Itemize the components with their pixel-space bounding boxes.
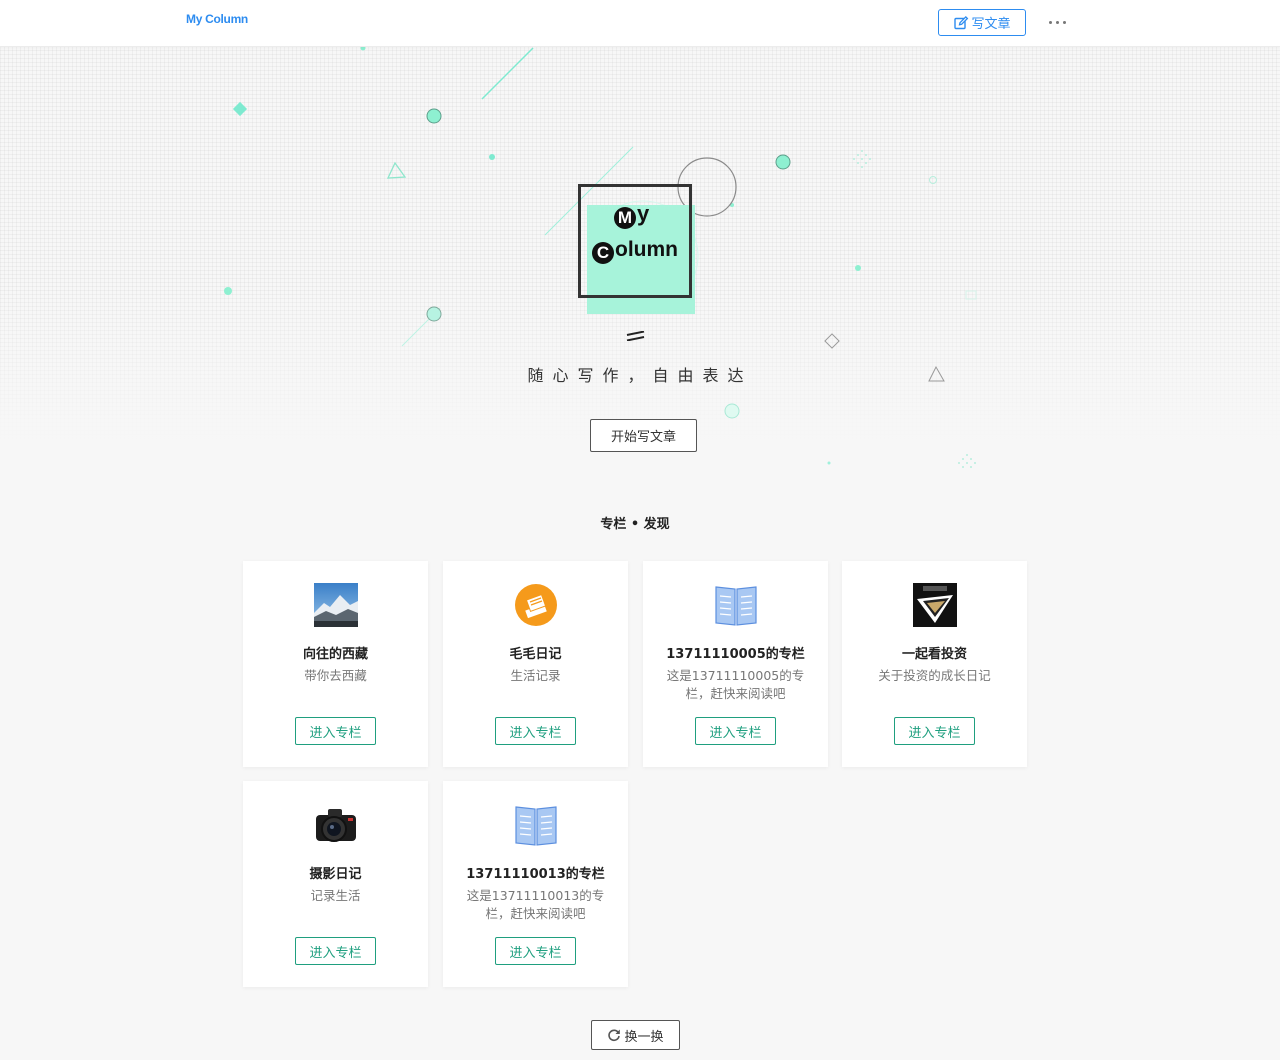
section-title: 专栏 • 发现 <box>600 517 670 532</box>
card-title: 13711110005的专栏 <box>666 647 805 662</box>
top-navbar: My Column 写文章 <box>0 0 1280 47</box>
open-book-icon <box>515 806 557 846</box>
card-title: 13711110013的专栏 <box>466 867 605 882</box>
card-description: 带你去西藏 <box>304 668 367 683</box>
card-description: 这是13711110005的专栏，赶快来阅读吧 <box>666 668 805 701</box>
mountain-photo <box>314 583 358 627</box>
ellipsis-dot <box>1055 20 1059 24</box>
orange-notebook-icon <box>515 584 557 626</box>
column-card: 毛毛日记 生活记录 进入专栏 <box>443 561 628 767</box>
column-card: 向往的西藏 带你去西藏 进入专栏 <box>243 561 428 767</box>
refresh-button[interactable]: 换一换 <box>591 1020 680 1050</box>
column-card: 摄影日记 记录生活 进入专栏 <box>243 781 428 987</box>
open-book-icon <box>715 586 757 626</box>
logo-cap-c: C <box>592 242 614 264</box>
column-card: 13711110013的专栏 这是13711110013的专栏，赶快来阅读吧 进… <box>443 781 628 987</box>
refresh-label: 换一换 <box>624 1029 664 1045</box>
hero-slogan: 随心写作，自由表达 <box>527 366 753 385</box>
hero-banner: My Column 随心写作，自由表达 开始写文章 <box>0 47 1280 487</box>
enter-column-button[interactable]: 进入专栏 <box>495 717 576 745</box>
column-card: 13711110005的专栏 这是13711110005的专栏，赶快来阅读吧 进… <box>643 561 828 767</box>
hero-logo: My Column <box>592 197 692 269</box>
equals-icon <box>626 331 645 341</box>
enter-column-button[interactable]: 进入专栏 <box>495 937 576 965</box>
ellipsis-dot <box>1062 20 1066 24</box>
write-article-label: 写文章 <box>971 17 1011 32</box>
card-title: 毛毛日记 <box>509 647 562 662</box>
write-article-button[interactable]: 写文章 <box>938 9 1026 36</box>
enter-column-button[interactable]: 进入专栏 <box>894 717 975 745</box>
card-description: 记录生活 <box>310 888 361 903</box>
card-description: 关于投资的成长日记 <box>878 668 991 683</box>
card-title: 向往的西藏 <box>302 647 368 662</box>
card-title: 摄影日记 <box>309 867 362 882</box>
card-title: 一起看投资 <box>901 647 967 662</box>
logo-cap-m: M <box>614 207 636 229</box>
brand-logo[interactable]: My Column <box>186 12 248 26</box>
column-card: 一起看投资 关于投资的成长日记 进入专栏 <box>842 561 1027 767</box>
enter-column-button[interactable]: 进入专栏 <box>295 937 376 965</box>
edit-icon <box>954 15 969 29</box>
camera-icon <box>316 809 356 842</box>
start-writing-button[interactable]: 开始写文章 <box>590 419 697 452</box>
investor-logo-icon <box>913 583 957 627</box>
logo-line2-rest: olumn <box>615 238 678 261</box>
card-description: 这是13711110013的专栏，赶快来阅读吧 <box>466 888 605 921</box>
logo-line1-rest: y <box>637 201 650 226</box>
ellipsis-icon <box>1048 20 1052 24</box>
logo-line-column: Column <box>592 231 692 269</box>
more-menu-button[interactable] <box>1044 13 1070 31</box>
enter-column-button[interactable]: 进入专栏 <box>295 717 376 745</box>
refresh-icon <box>608 1029 621 1042</box>
enter-column-button[interactable]: 进入专栏 <box>695 717 776 745</box>
logo-line-my: My <box>614 197 692 231</box>
card-description: 生活记录 <box>510 668 561 683</box>
